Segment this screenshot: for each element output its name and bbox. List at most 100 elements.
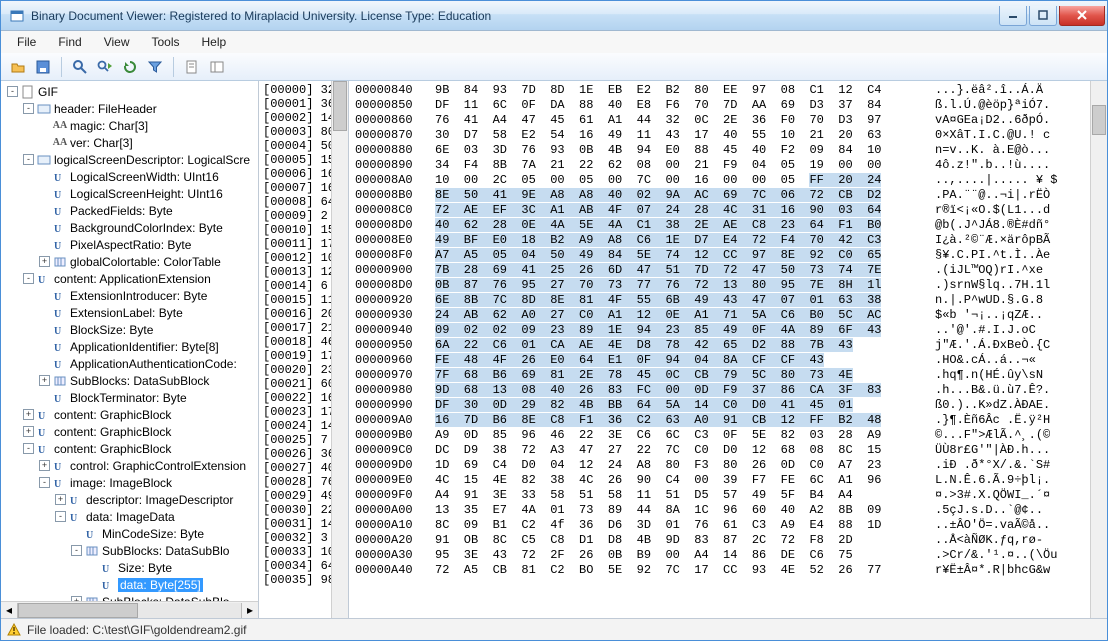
- tree-node[interactable]: +Udescriptor: ImageDescriptor: [3, 491, 258, 508]
- tree-node[interactable]: UBlockSize: Byte: [3, 321, 258, 338]
- hex-row[interactable]: 00000A108C 09 B1 C2 4f 36 D6 3D 01 76 61…: [355, 518, 1084, 533]
- tree-toggle[interactable]: +: [23, 409, 34, 420]
- hex-row[interactable]: 000008C072 AE EF 3C A1 AB 4F 07 24 28 4C…: [355, 203, 1084, 218]
- hex-row[interactable]: 0000086076 41 A4 47 45 61 A1 44 32 0C 2E…: [355, 113, 1084, 128]
- tree-node[interactable]: USize: Byte: [3, 559, 258, 576]
- tree-node[interactable]: AAmagic: Char[3]: [3, 117, 258, 134]
- tree-node[interactable]: -header: FileHeader: [3, 100, 258, 117]
- open-icon[interactable]: [7, 56, 29, 78]
- tree-toggle[interactable]: -: [23, 273, 34, 284]
- hex-row[interactable]: 000009E04C 15 4E 82 38 4C 26 90 C4 00 39…: [355, 473, 1084, 488]
- tree-toggle[interactable]: -: [55, 511, 66, 522]
- tree-h-scrollbar[interactable]: ◂ ▸: [1, 601, 258, 618]
- hex-row[interactable]: 000009707F 68 B6 69 81 2E 78 45 0C CB 79…: [355, 368, 1084, 383]
- tree-toggle[interactable]: +: [23, 426, 34, 437]
- hex-row[interactable]: 000008D040 62 28 0E 4A 5E 4A C1 38 2E AE…: [355, 218, 1084, 233]
- hex-row[interactable]: 000009A016 7D B6 8E C8 F1 36 C2 63 A0 91…: [355, 413, 1084, 428]
- tree-node[interactable]: UMinCodeSize: Byte: [3, 525, 258, 542]
- hex-row[interactable]: 000009D01D 69 C4 D0 04 12 24 A8 80 F3 80…: [355, 458, 1084, 473]
- hex-row[interactable]: 000008B08E 50 41 9E A8 A8 40 02 9A AC 69…: [355, 188, 1084, 203]
- hex-row[interactable]: 00000A2091 OB 8C C5 C8 D1 D8 4B 9D 83 87…: [355, 533, 1084, 548]
- maximize-button[interactable]: [1029, 6, 1057, 26]
- hex-row[interactable]: 0000094009 02 02 09 23 89 1E 94 23 85 49…: [355, 323, 1084, 338]
- tree-node[interactable]: -Ucontent: GraphicBlock: [3, 440, 258, 457]
- hex-row[interactable]: 000009206E 8B 7C 8D 8E 81 4F 55 6B 49 43…: [355, 293, 1084, 308]
- tree-node[interactable]: UExtensionLabel: Byte: [3, 304, 258, 321]
- tree-node[interactable]: +Ucontent: GraphicBlock: [3, 423, 258, 440]
- tree-node[interactable]: AAver: Char[3]: [3, 134, 258, 151]
- hex-row[interactable]: 000009C0DC D9 38 72 A3 47 27 22 7C C0 D0…: [355, 443, 1084, 458]
- tree-toggle[interactable]: +: [55, 494, 66, 505]
- hex-row[interactable]: 00000960FE 48 4F 26 E0 64 E1 0F 94 04 8A…: [355, 353, 1084, 368]
- tree-node[interactable]: +SubBlocks: DataSubBlo: [3, 593, 258, 601]
- hex-row[interactable]: 000009F0A4 91 3E 33 58 51 58 11 51 D5 57…: [355, 488, 1084, 503]
- tree-toggle[interactable]: -: [23, 103, 34, 114]
- tree-toggle[interactable]: -: [23, 443, 34, 454]
- tree-toggle[interactable]: -: [39, 477, 50, 488]
- tree-toggle[interactable]: -: [23, 154, 34, 165]
- tree-node[interactable]: -SubBlocks: DataSubBlo: [3, 542, 258, 559]
- hex-row[interactable]: 000008E049 BF E0 18 B2 A9 A8 C6 1E D7 E4…: [355, 233, 1084, 248]
- tree-toggle[interactable]: +: [39, 460, 50, 471]
- tree-toggle[interactable]: -: [71, 545, 82, 556]
- tree-toggle[interactable]: -: [7, 86, 18, 97]
- tree-view[interactable]: -GIF-header: FileHeaderAAmagic: Char[3]A…: [1, 81, 258, 601]
- tree-node[interactable]: ULogicalScreenHeight: UInt16: [3, 185, 258, 202]
- find-icon[interactable]: [69, 56, 91, 78]
- titlebar[interactable]: Binary Document Viewer: Registered to Mi…: [1, 1, 1107, 31]
- tree-node[interactable]: UPixelAspectRatio: Byte: [3, 236, 258, 253]
- find-next-icon[interactable]: [94, 56, 116, 78]
- hex-row[interactable]: 000009B0A9 0D 85 96 46 22 3E C6 6C C3 0F…: [355, 428, 1084, 443]
- tree-node[interactable]: UBackgroundColorIndex: Byte: [3, 219, 258, 236]
- tree-node[interactable]: -logicalScreenDescriptor: LogicalScre: [3, 151, 258, 168]
- tree-node[interactable]: UApplicationIdentifier: Byte[8]: [3, 338, 258, 355]
- hex-row[interactable]: 000008D00B 87 76 95 27 70 73 77 76 72 13…: [355, 278, 1084, 293]
- offset-v-scrollbar[interactable]: [331, 81, 348, 618]
- tree-node[interactable]: -Udata: ImageData: [3, 508, 258, 525]
- menu-file[interactable]: File: [7, 33, 46, 51]
- hex-row[interactable]: 0000089034 F4 8B 7A 21 22 62 08 00 21 F9…: [355, 158, 1084, 173]
- filter-icon[interactable]: [144, 56, 166, 78]
- tree-node[interactable]: Udata: Byte[255]: [3, 576, 258, 593]
- hex-row[interactable]: 000008409B 84 93 7D 8D 1E EB E2 B2 80 EE…: [355, 83, 1084, 98]
- hex-view[interactable]: 000008409B 84 93 7D 8D 1E EB E2 B2 80 EE…: [349, 81, 1090, 618]
- menu-help[interactable]: Help: [192, 33, 237, 51]
- hex-row[interactable]: 00000A4072 A5 CB 81 C2 BO 5E 92 7C 17 CC…: [355, 563, 1084, 578]
- tree-toggle[interactable]: +: [39, 256, 50, 267]
- hex-row[interactable]: 00000990DF 30 0D 29 82 4B BB 64 5A 14 C0…: [355, 398, 1084, 413]
- tree-node[interactable]: -GIF: [3, 83, 258, 100]
- tree-node[interactable]: ULogicalScreenWidth: UInt16: [3, 168, 258, 185]
- hex-row[interactable]: 0000087030 D7 58 E2 54 16 49 11 43 17 40…: [355, 128, 1084, 143]
- menu-tools[interactable]: Tools: [141, 33, 189, 51]
- hex-row[interactable]: 0000093024 AB 62 A0 27 C0 A1 12 0E A1 71…: [355, 308, 1084, 323]
- tree-node[interactable]: UApplicationAuthenticationCode:: [3, 355, 258, 372]
- tree-toggle[interactable]: +: [39, 375, 50, 386]
- hex-row[interactable]: 00000850DF 11 6C 0F DA 88 40 E8 F6 70 7D…: [355, 98, 1084, 113]
- tree-node[interactable]: -Ucontent: ApplicationExtension: [3, 270, 258, 287]
- doc-icon[interactable]: [181, 56, 203, 78]
- hex-row[interactable]: 00000A3095 3E 43 72 2F 26 0B B9 00 A4 14…: [355, 548, 1084, 563]
- hex-row[interactable]: 000009506A 22 C6 01 CA AE 4E D8 78 42 65…: [355, 338, 1084, 353]
- refresh-icon[interactable]: [119, 56, 141, 78]
- minimize-button[interactable]: [999, 6, 1027, 26]
- menu-view[interactable]: View: [94, 33, 140, 51]
- tree-node[interactable]: +Ucontent: GraphicBlock: [3, 406, 258, 423]
- hex-v-scrollbar[interactable]: [1090, 81, 1107, 618]
- hex-row[interactable]: 000008F0A7 A5 05 04 50 49 84 5E 74 12 CC…: [355, 248, 1084, 263]
- tree-node[interactable]: UBlockTerminator: Byte: [3, 389, 258, 406]
- hex-row[interactable]: 00000A0013 35 E7 4A 01 73 89 44 8A 1C 96…: [355, 503, 1084, 518]
- tree-toggle[interactable]: +: [71, 596, 82, 601]
- tree-node[interactable]: +globalColortable: ColorTable: [3, 253, 258, 270]
- tree-node[interactable]: -Uimage: ImageBlock: [3, 474, 258, 491]
- hex-row[interactable]: 000009007B 28 69 41 25 26 6D 47 51 7D 72…: [355, 263, 1084, 278]
- hex-row[interactable]: 000008A010 00 2C 05 00 05 00 7C 00 16 00…: [355, 173, 1084, 188]
- offset-list[interactable]: [00000] 32 [00001] 36 [00002] 142 [00003…: [259, 81, 331, 618]
- save-icon[interactable]: [32, 56, 54, 78]
- panel-icon[interactable]: [206, 56, 228, 78]
- hex-row[interactable]: 000008806E 03 3D 76 93 0B 4B 94 E0 88 45…: [355, 143, 1084, 158]
- tree-node[interactable]: UExtensionIntroducer: Byte: [3, 287, 258, 304]
- tree-node[interactable]: +Ucontrol: GraphicControlExtension: [3, 457, 258, 474]
- menu-find[interactable]: Find: [48, 33, 91, 51]
- close-button[interactable]: [1059, 6, 1105, 26]
- hex-row[interactable]: 000009809D 68 13 08 40 26 83 FC 00 0D F9…: [355, 383, 1084, 398]
